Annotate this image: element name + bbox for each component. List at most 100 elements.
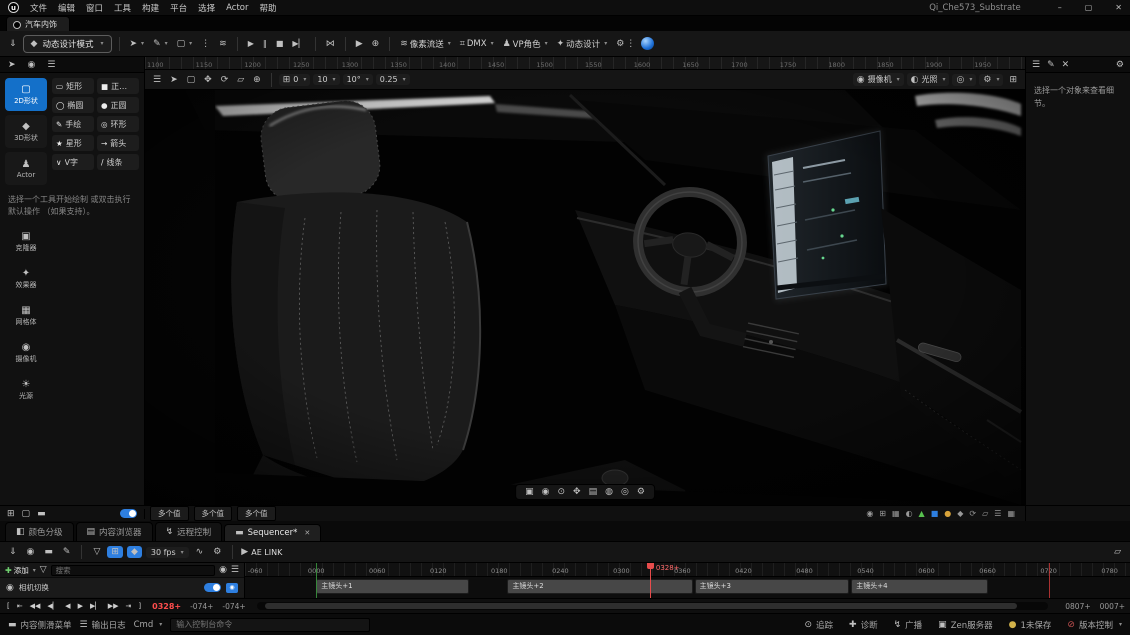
camera-icon[interactable]: ◉ [542,487,550,497]
pixel-streaming-dropdown[interactable]: ≋ 像素流送 ▾ [397,36,454,52]
level-tab[interactable]: 汽车内饰 [6,16,70,31]
camera-cut-clip[interactable]: 主镜头+2 [507,579,693,594]
output-log-button[interactable]: ☰ 输出日志 [80,619,126,631]
actor-tab-icon[interactable]: ◉ [28,60,36,70]
target-icon[interactable]: ⊙ [557,487,565,497]
lit-mode-dropdown[interactable]: ◐ 光照 ▾ [906,73,950,86]
snap-toggle[interactable] [120,509,137,518]
timing-insights-button[interactable]: ⋈ [323,37,338,51]
category-button[interactable]: ▢ 2D形状 [5,78,47,111]
ue-logo-icon[interactable]: u [8,2,19,13]
vp-roles-dropdown[interactable]: ♟ VP角色 ▾ [500,36,551,52]
category-button[interactable]: ☀ 光源 [5,374,47,407]
stop-button[interactable]: ■ [273,37,287,50]
edit-icon[interactable]: ✎ [1047,60,1055,70]
play-reverse-button[interactable]: ◀ [63,602,72,610]
menu-item[interactable]: 平台 [170,2,187,14]
select-tool-button[interactable]: ➤ ▾ [127,37,148,51]
step-forward-button[interactable]: ▶▏ [88,602,103,610]
statusbar-item[interactable]: ● 1未保存 [1009,619,1058,631]
settings-icon[interactable]: ⚙ [637,487,645,497]
menu-icon[interactable]: ☰ [1032,60,1040,70]
edit-button[interactable]: ✎ [60,545,74,559]
add-track-button[interactable]: ✚ 添加 ▾ [5,565,36,576]
scale-button[interactable]: ▱ [234,73,247,87]
track-search-input[interactable] [50,564,216,576]
playhead-handle[interactable] [646,563,654,569]
camera-lock-toggle[interactable] [204,583,221,592]
seq-track-area[interactable]: 主镜头+1 主镜头+2 主镜头+3 主镜头+4 [245,577,1130,597]
ae-link-button[interactable]: ▶ AE LINK [241,547,282,557]
timeline-scrollbar[interactable] [256,602,1049,610]
minimize-button[interactable]: – [1058,3,1062,12]
mesh-icon[interactable]: ▬ [37,509,46,519]
landscape-tool-button[interactable]: ≋ [216,37,230,51]
move-icon[interactable]: ✥ [573,487,581,497]
dmx-dropdown[interactable]: ⌗ DMX ▾ [457,37,497,51]
auto-key-toggle[interactable]: ◆ [126,546,142,558]
step-back-button[interactable]: ◀▏ [45,602,60,610]
world-space-button[interactable]: ⊕ [250,73,264,87]
statusbar-item[interactable]: ⊙ 追踪 [804,619,839,631]
panel-tab[interactable]: ◧ 颜色分级 ✕ [5,522,74,541]
gear-icon[interactable]: ⚙ [1116,60,1124,70]
sequencer-save-button[interactable]: ⇓ [6,545,20,559]
camera-icon[interactable]: ◉ [219,565,227,575]
camera-view-button[interactable]: ◉ [226,582,238,593]
play-in-editor-button[interactable]: ▶ [353,37,366,51]
shape-tool-button[interactable]: ◎ 环形 [97,116,139,132]
statusbar-item[interactable]: ✚ 诊断 [849,619,884,631]
surface-snap-dropdown[interactable]: ⊞ 0 ▾ [278,73,311,86]
footer-icon[interactable]: ◆ [957,509,963,518]
footer-icon[interactable]: ● [944,509,951,518]
grid-snap-dropdown[interactable]: 10 ▾ [313,74,340,85]
footer-icon[interactable]: ⊞ [879,509,886,518]
camera-cuts-track-row[interactable]: ◉ 相机切换 ◉ [0,578,244,597]
statusbar-item[interactable]: ▣ Zen服务器 [938,619,998,631]
shape-tool-button[interactable]: ● 正圆 [97,97,139,113]
filter-button[interactable]: ▽ [90,545,103,559]
jump-to-end-button[interactable]: ⇥ [124,602,134,610]
cmd-dropdown[interactable]: Cmd ▾ [134,620,163,630]
curve-editor-button[interactable]: ∿ [193,545,207,559]
category-button[interactable]: ◉ 摄像机 [5,337,47,370]
create-camera-button[interactable]: ◉ [24,545,38,559]
range-end-bracket-button[interactable]: ] [136,602,143,610]
footer-icon[interactable]: ▲ [919,509,925,518]
camera-cut-clip[interactable]: 主镜头+3 [694,579,850,594]
menu-item[interactable]: 窗口 [86,2,103,14]
range-start-bracket-button[interactable]: [ [5,602,12,610]
jump-to-start-button[interactable]: ⇤ [15,602,25,610]
shape-tool-button[interactable]: ★ 星形 [52,135,94,151]
footer-icon[interactable]: ☰ [994,509,1001,518]
content-drawer-button[interactable]: ▬ 内容侧滑菜单 [8,619,72,631]
frame-skip-button[interactable]: ▶▏ [289,37,307,50]
viewport-canvas[interactable]: ▣ ◉ ⊙ ✥ ▤ ◍ ◎ ⚙ [145,90,1025,505]
maximize-button[interactable]: ▢ [1085,3,1093,12]
camera-dropdown[interactable]: ◉ 摄像机 ▾ [852,73,904,86]
close-icon[interactable]: ✕ [304,529,310,537]
more-tools-button[interactable]: ⋮ [198,37,213,51]
menu-item[interactable]: Actor [226,3,248,13]
scale-snap-dropdown[interactable]: 0.25 ▾ [375,74,410,85]
console-command-input[interactable] [170,617,371,632]
shape-tool-button[interactable]: ◯ 椭圆 [52,97,94,113]
footer-icon[interactable]: ▱ [982,509,988,518]
footer-icon[interactable]: ▦ [892,509,900,518]
rotate-button[interactable]: ⟳ [218,73,232,87]
sequencer-settings-button[interactable]: ⚙ [210,545,224,559]
category-button[interactable]: ◆ 3D形状 [5,115,47,148]
shape-tool-button[interactable]: ▭ 矩形 [52,78,94,94]
rotation-snap-dropdown[interactable]: 10° ▾ [342,74,373,85]
box-icon[interactable]: ▢ [22,509,31,519]
pointer-tab-icon[interactable]: ➤ [8,60,16,70]
grid-toggle-button[interactable]: ⊞ [1006,73,1020,87]
keyframe-snap-toggle[interactable]: ⊞ [107,546,123,558]
menu-item[interactable]: 选择 [198,2,215,14]
editor-mode-dropdown[interactable]: ◆ 动态设计模式 ▾ [22,34,112,53]
category-button[interactable]: ▣ 克隆器 [5,226,47,259]
menu-item[interactable]: 工具 [114,2,131,14]
motion-design-dropdown[interactable]: ✦ 动态设计 ▾ [554,36,611,52]
menu-item[interactable]: 帮助 [259,2,276,14]
timeline-scrollbar-thumb[interactable] [264,603,1017,609]
